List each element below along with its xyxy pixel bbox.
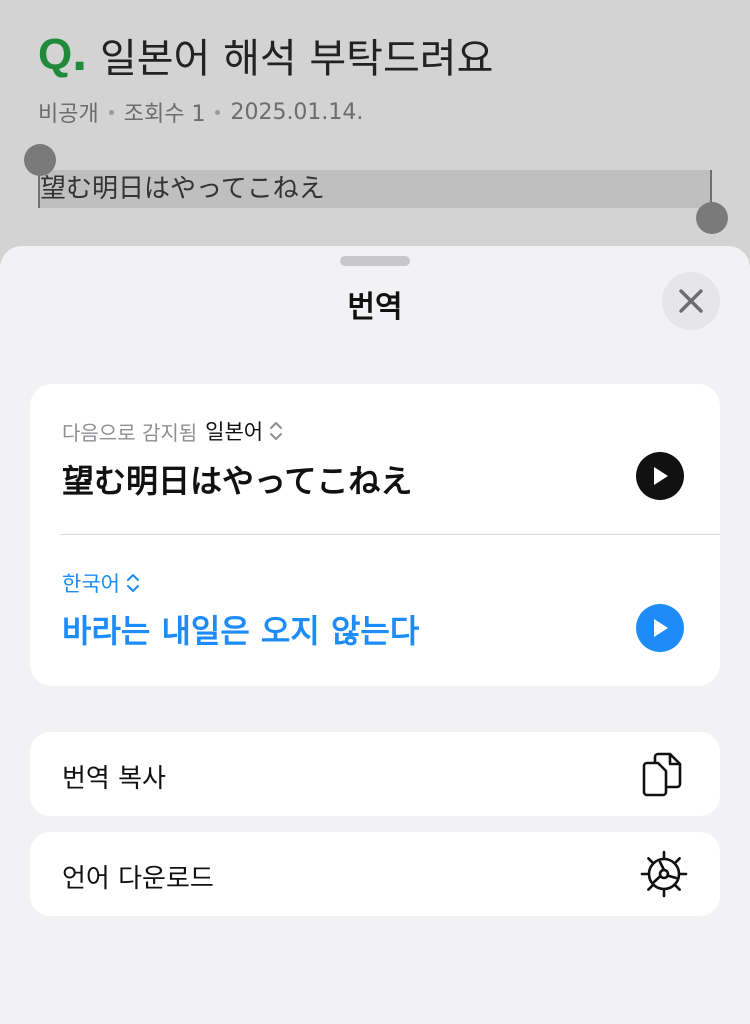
translation-card: 다음으로 감지됨 일본어 望む明日はやってこねえ 한국어 바라는 내일은 오지 … (30, 384, 720, 686)
question-mark: Q (38, 30, 72, 79)
post-date: 2025.01.14. (230, 99, 364, 125)
question-title: Q . 일본어 해석 부탁드려요 (38, 26, 493, 84)
translate-sheet: 번역 다음으로 감지됨 일본어 望む明日はやってこねえ 한국어 바라는 내일은 … (0, 246, 750, 1024)
play-translation-button[interactable] (636, 604, 684, 652)
copy-translation-button[interactable]: 번역 복사 (30, 732, 720, 816)
selection-handle-end[interactable] (696, 202, 728, 234)
play-icon (654, 619, 668, 637)
meta-separator (108, 109, 114, 115)
selected-text: 望む明日はやってこねえ (40, 174, 325, 204)
play-source-button[interactable] (636, 452, 684, 500)
question-title-text: 일본어 해석 부탁드려요 (99, 36, 494, 82)
card-divider (60, 534, 720, 535)
source-language-selector[interactable]: 다음으로 감지됨 일본어 (62, 416, 284, 446)
chevron-updown-icon (270, 422, 283, 440)
download-languages-label: 언어 다운로드 (62, 864, 214, 894)
translated-text: 바라는 내일은 오지 않는다 (62, 612, 420, 650)
visibility-label: 비공개 (38, 102, 99, 127)
post-meta: 비공개 조회수 1 2025.01.14. (38, 96, 363, 128)
download-languages-button[interactable]: 언어 다운로드 (30, 832, 720, 916)
sheet-title: 번역 (347, 290, 403, 325)
detected-label: 다음으로 감지됨 (62, 420, 198, 445)
source-language: 일본어 (205, 420, 264, 444)
play-icon (654, 467, 668, 485)
close-icon (679, 289, 703, 313)
source-text: 望む明日はやってこねえ (62, 462, 413, 500)
download-gear-icon (640, 850, 688, 898)
close-button[interactable] (662, 272, 720, 330)
selection-handle-start[interactable] (24, 144, 56, 176)
copy-translation-label: 번역 복사 (62, 764, 166, 794)
meta-separator (215, 109, 221, 115)
chevron-updown-icon (126, 574, 139, 592)
sheet-grabber[interactable] (340, 256, 410, 266)
view-count: 조회수 1 (123, 102, 206, 127)
copy-icon (642, 752, 682, 797)
target-language-selector[interactable]: 한국어 (62, 568, 141, 598)
question-dot: . (71, 29, 88, 81)
target-language: 한국어 (62, 572, 120, 596)
